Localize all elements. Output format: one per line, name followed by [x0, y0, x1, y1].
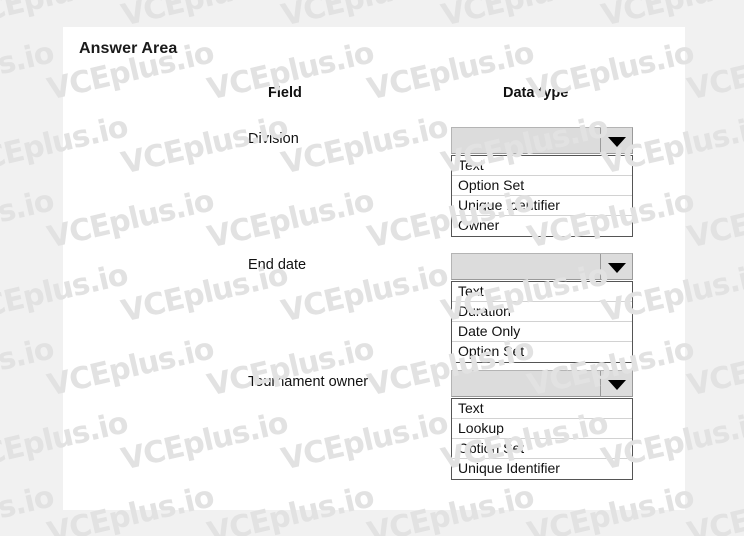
field-label-tournament-owner: Tournament owner — [248, 374, 369, 390]
option-item[interactable]: Unique Identifier — [452, 459, 632, 479]
field-label-division: Division — [248, 131, 299, 147]
dropdown-tournament-owner-control[interactable] — [451, 370, 633, 397]
dropdown-tournament-owner-value — [452, 371, 600, 396]
dropdown-division-arrow-button[interactable] — [600, 128, 632, 153]
watermark-text: VCEplus.io — [684, 479, 744, 536]
option-item[interactable]: Date Only — [452, 322, 632, 342]
dropdown-tournament-owner-options[interactable]: Text Lookup Option Set Unique Identifier — [451, 398, 633, 480]
column-header-field: Field — [268, 85, 302, 101]
dropdown-end-date-control[interactable] — [451, 253, 633, 280]
option-item[interactable]: Text — [452, 399, 632, 419]
dropdown-division-value — [452, 128, 600, 153]
answer-area-panel: Answer Area Field Data type Division Tex… — [63, 27, 685, 510]
option-item[interactable]: Option Set — [452, 342, 632, 362]
option-item[interactable]: Lookup — [452, 419, 632, 439]
watermark-text: VCEplus.io — [0, 479, 57, 536]
field-label-end-date: End date — [248, 257, 307, 273]
dropdown-end-date[interactable]: Text Duration Date Only Option Set — [451, 253, 633, 363]
watermark-text: VCEplus.io — [0, 35, 57, 108]
chevron-down-icon — [607, 136, 626, 147]
dropdown-end-date-options[interactable]: Text Duration Date Only Option Set — [451, 281, 633, 363]
option-item[interactable]: Text — [452, 282, 632, 302]
option-item[interactable]: Text — [452, 156, 632, 176]
watermark-text: VCEplus.io — [0, 331, 57, 404]
dropdown-division-options[interactable]: Text Option Set Unique Identifier Owner — [451, 155, 633, 237]
option-item[interactable]: Duration — [452, 302, 632, 322]
dropdown-division[interactable]: Text Option Set Unique Identifier Owner — [451, 127, 633, 237]
dropdown-tournament-owner-arrow-button[interactable] — [600, 371, 632, 396]
page-title: Answer Area — [79, 40, 178, 57]
dropdown-division-control[interactable] — [451, 127, 633, 154]
option-item[interactable]: Owner — [452, 216, 632, 236]
watermark-text: VCEplus.io — [684, 35, 744, 108]
chevron-down-icon — [607, 379, 626, 390]
watermark-text: VCEplus.io — [684, 331, 744, 404]
dropdown-end-date-arrow-button[interactable] — [600, 254, 632, 279]
watermark-text: VCEplus.io — [0, 183, 57, 256]
option-item[interactable]: Unique Identifier — [452, 196, 632, 216]
dropdown-end-date-value — [452, 254, 600, 279]
dropdown-tournament-owner[interactable]: Text Lookup Option Set Unique Identifier — [451, 370, 633, 480]
option-item[interactable]: Option Set — [452, 176, 632, 196]
watermark-text: VCEplus.io — [684, 183, 744, 256]
column-header-data-type: Data type — [503, 85, 569, 101]
chevron-down-icon — [607, 262, 626, 273]
option-item[interactable]: Option Set — [452, 439, 632, 459]
